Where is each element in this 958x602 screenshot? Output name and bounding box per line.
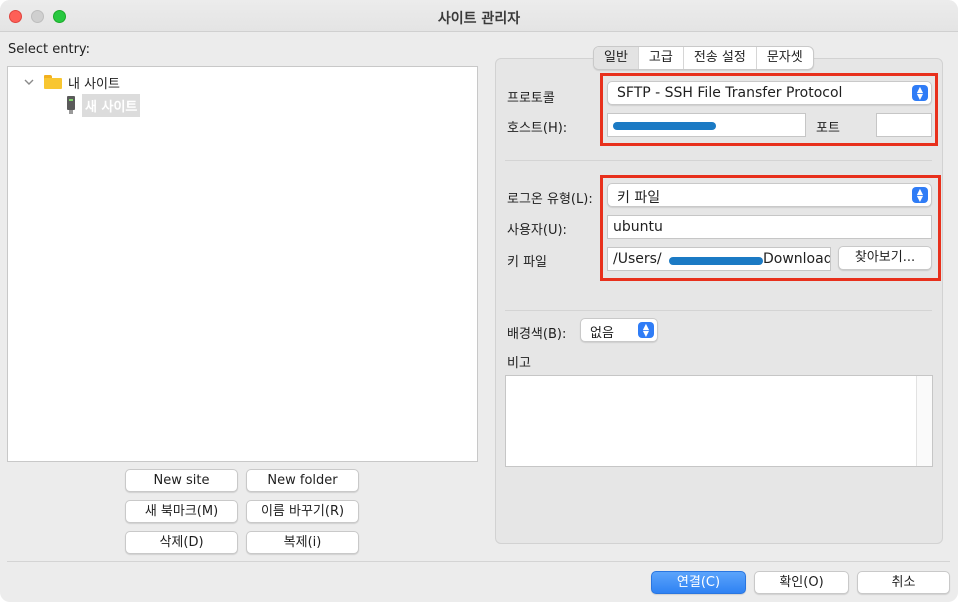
- chevron-down-icon[interactable]: [22, 75, 36, 89]
- site-manager-window: 사이트 관리자 Select entry: 내 사이트 새 사이트 New si…: [0, 0, 958, 602]
- site-tree[interactable]: 내 사이트 새 사이트: [7, 66, 478, 462]
- updown-chevron-icon: ▲ ▼: [638, 322, 654, 338]
- background-color-select[interactable]: 없음 ▲ ▼: [580, 318, 658, 342]
- comments-label: 비고: [507, 356, 531, 371]
- window-title: 사이트 관리자: [437, 11, 521, 27]
- connect-button[interactable]: 연결(C): [651, 571, 746, 594]
- new-folder-button[interactable]: New folder: [246, 469, 359, 492]
- tab-transfer-settings[interactable]: 전송 설정: [684, 47, 757, 69]
- logon-type-label: 로그온 유형(L):: [507, 192, 593, 207]
- comments-scrollbar[interactable]: [916, 376, 932, 466]
- section-divider: [505, 310, 932, 311]
- delete-button[interactable]: 삭제(D): [125, 531, 238, 554]
- rename-button[interactable]: 이름 바꾸기(R): [246, 500, 359, 523]
- tab-charset[interactable]: 문자셋: [757, 47, 813, 69]
- keyfile-label: 키 파일: [507, 255, 548, 270]
- settings-tabs: 일반 고급 전송 설정 문자셋: [593, 46, 814, 70]
- host-label: 호스트(H):: [507, 121, 568, 136]
- background-color-select-value: 없음: [590, 326, 614, 341]
- server-icon: [66, 96, 76, 114]
- section-divider: [505, 160, 932, 161]
- highlight-box-protocol-host: [600, 73, 938, 146]
- highlight-box-logon: [600, 175, 941, 281]
- tab-general[interactable]: 일반: [594, 47, 639, 69]
- protocol-label: 프로토콜: [507, 91, 555, 106]
- tree-item-new-site[interactable]: 새 사이트: [66, 93, 141, 117]
- tree-item-label: 새 사이트: [82, 93, 141, 117]
- title-bar[interactable]: 사이트 관리자: [0, 0, 958, 32]
- new-site-button[interactable]: New site: [125, 469, 238, 492]
- comments-textarea[interactable]: [505, 375, 933, 467]
- new-bookmark-button[interactable]: 새 북마크(M): [125, 500, 238, 523]
- footer-divider: [7, 561, 950, 562]
- cancel-button[interactable]: 취소: [857, 571, 950, 594]
- select-entry-label: Select entry:: [8, 42, 91, 57]
- tree-item-my-sites[interactable]: 내 사이트: [22, 71, 120, 93]
- background-color-label: 배경색(B):: [507, 327, 567, 342]
- ok-button[interactable]: 확인(O): [754, 571, 849, 594]
- user-label: 사용자(U):: [507, 223, 567, 238]
- tab-advanced[interactable]: 고급: [639, 47, 684, 69]
- tree-item-label: 내 사이트: [68, 76, 120, 92]
- folder-icon: [44, 75, 62, 89]
- duplicate-button[interactable]: 복제(i): [246, 531, 359, 554]
